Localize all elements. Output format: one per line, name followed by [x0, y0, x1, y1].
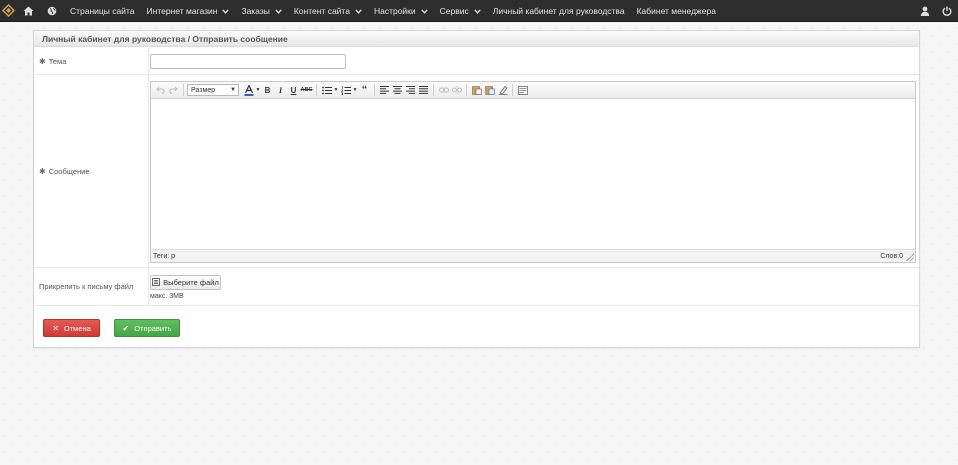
- nav-content[interactable]: Контент сайта: [288, 0, 368, 22]
- checkmark-icon: ✔: [122, 323, 130, 333]
- resize-handle-icon[interactable]: [906, 253, 914, 261]
- user-icon[interactable]: [914, 0, 936, 22]
- text-color-icon[interactable]: [242, 84, 255, 97]
- paste-text-icon[interactable]: [483, 84, 496, 97]
- nav-director-cabinet[interactable]: Личный кабинет для руководства: [487, 0, 631, 22]
- unlink-icon[interactable]: [450, 84, 463, 97]
- logo-icon[interactable]: [0, 0, 16, 22]
- toolbar-divider: [512, 84, 513, 96]
- top-navbar: Страницы сайта Интернет магазин Заказы К…: [0, 0, 958, 22]
- chevron-down-icon: [275, 6, 282, 16]
- link-icon[interactable]: [437, 84, 450, 97]
- power-icon[interactable]: [936, 0, 958, 22]
- toolbar-divider: [466, 84, 467, 96]
- required-asterisk-icon: ✱: [39, 166, 46, 176]
- page-title: Личный кабинет для руководства / Отправи…: [42, 33, 288, 44]
- html-source-icon[interactable]: [516, 84, 529, 97]
- required-asterisk-icon: ✱: [39, 56, 46, 66]
- strikethrough-icon[interactable]: ABC: [300, 84, 313, 97]
- attach-label: Прикрепить к письму файл: [34, 268, 149, 305]
- rich-text-editor: Размер ▼ ▼ B I U ABC ▼ ▼ “ Теги: p Слов:…: [150, 81, 916, 263]
- nav-pages[interactable]: Страницы сайта: [64, 0, 141, 22]
- globe-icon[interactable]: [40, 0, 64, 22]
- align-left-icon[interactable]: [378, 84, 391, 97]
- editor-word-count: Слов:0: [880, 252, 903, 260]
- send-button[interactable]: ✔ Отправить: [114, 319, 180, 337]
- home-icon[interactable]: [16, 0, 40, 22]
- eraser-icon[interactable]: [496, 84, 509, 97]
- quote-icon[interactable]: “: [358, 84, 371, 97]
- close-icon: ✕: [52, 323, 59, 333]
- bold-icon[interactable]: B: [261, 84, 274, 97]
- italic-icon[interactable]: I: [274, 84, 287, 97]
- toolbar-divider: [183, 84, 184, 96]
- toolbar-divider: [316, 84, 317, 96]
- nav-settings[interactable]: Настройки: [368, 0, 434, 22]
- editor-status-bar: Теги: p Слов:0: [151, 249, 915, 262]
- subject-input[interactable]: [150, 54, 346, 69]
- redo-icon[interactable]: [167, 84, 180, 97]
- cancel-button[interactable]: ✕ Отмена: [43, 319, 100, 337]
- nav-manager-cabinet[interactable]: Кабинет менеджера: [631, 0, 722, 22]
- toolbar-divider: [374, 84, 375, 96]
- message-row: ✱ Сообщение Размер ▼ ▼ B I U ABC ▼ ▼ “ Т…: [34, 75, 919, 268]
- subject-field-cell: [150, 48, 919, 74]
- chevron-down-icon: [355, 6, 362, 16]
- nav-orders[interactable]: Заказы: [235, 0, 287, 22]
- undo-icon[interactable]: [154, 84, 167, 97]
- attach-field-cell: Выберите файл макс. 3MB: [150, 268, 919, 305]
- align-center-icon[interactable]: [391, 84, 404, 97]
- nav-service[interactable]: Сервис: [434, 0, 487, 22]
- message-field-cell: Размер ▼ ▼ B I U ABC ▼ ▼ “ Теги: p Слов:…: [150, 75, 919, 267]
- chevron-down-icon: [222, 6, 230, 16]
- message-panel: Личный кабинет для руководства / Отправи…: [33, 30, 920, 348]
- nav-shop[interactable]: Интернет магазин: [141, 0, 236, 22]
- font-size-select[interactable]: Размер ▼: [187, 84, 239, 96]
- editor-toolbar: Размер ▼ ▼ B I U ABC ▼ ▼ “: [151, 82, 915, 99]
- chevron-down-icon: [420, 6, 428, 16]
- chevron-down-icon: [474, 6, 481, 16]
- align-right-icon[interactable]: [404, 84, 417, 97]
- choose-file-button[interactable]: Выберите файл: [150, 275, 221, 290]
- nav-right-group: [914, 0, 958, 22]
- toolbar-divider: [433, 84, 434, 96]
- file-icon: [152, 277, 161, 288]
- breadcrumb: Личный кабинет для руководства / Отправи…: [34, 31, 919, 47]
- underline-icon[interactable]: U: [287, 84, 300, 97]
- editor-content-area[interactable]: [151, 99, 915, 248]
- file-size-hint: макс. 3MB: [150, 293, 184, 300]
- subject-row: ✱ Тема: [34, 48, 919, 75]
- subject-label: ✱ Тема: [34, 48, 149, 74]
- message-label: ✱ Сообщение: [34, 75, 149, 267]
- align-justify-icon[interactable]: [417, 84, 430, 97]
- dropdown-arrow-icon: ▼: [230, 87, 236, 93]
- attachment-row: Прикрепить к письму файл Выберите файл м…: [34, 268, 919, 306]
- numbered-list-icon[interactable]: [339, 84, 352, 97]
- paste-icon[interactable]: [470, 84, 483, 97]
- bullet-list-icon[interactable]: [320, 84, 333, 97]
- editor-tags-path: Теги: p: [153, 252, 176, 260]
